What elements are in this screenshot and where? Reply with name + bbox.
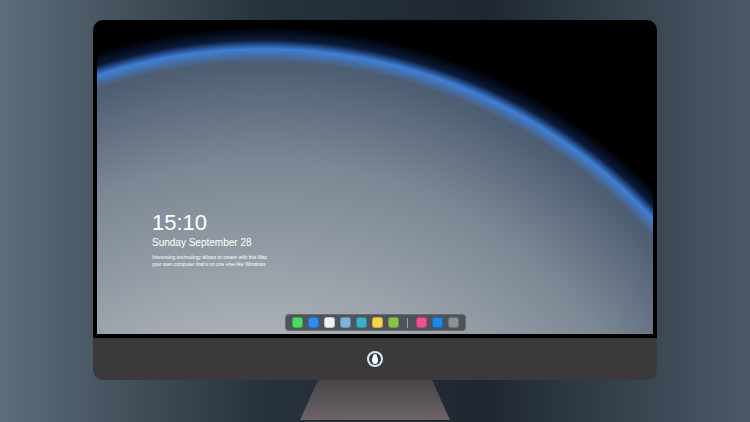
lock-message: Interesting technology allows to create …	[152, 254, 267, 268]
lock-info: 15:10Sunday September 28 Interesting tech…	[152, 210, 267, 268]
dock-app-icon[interactable]	[340, 317, 351, 328]
clock-date: Sunday September 28	[152, 236, 267, 250]
dock-app-icon[interactable]	[448, 317, 459, 328]
dock-app-icon[interactable]	[432, 317, 443, 328]
dock-app-icon[interactable]	[372, 317, 383, 328]
dock-separator	[407, 318, 408, 328]
monitor-chin	[93, 338, 657, 380]
dock-app-icon[interactable]	[308, 317, 319, 328]
lock-message-line: your own computer that's no one else lik…	[152, 261, 267, 268]
monitor-bezel: 15:10Sunday September 28 Interesting tech…	[93, 20, 657, 338]
dock	[97, 314, 653, 331]
page: 15:10Sunday September 28 Interesting tech…	[0, 0, 750, 422]
clock-time: 15:10	[152, 210, 267, 236]
monitor-stand	[300, 380, 450, 420]
dock-app-icon[interactable]	[324, 317, 335, 328]
lock-message-line: Interesting technology allows to create …	[152, 254, 267, 261]
dock-app-icon[interactable]	[388, 317, 399, 328]
dock-app-icon[interactable]	[292, 317, 303, 328]
dock-app-icon[interactable]	[416, 317, 427, 328]
dock-app-icon[interactable]	[356, 317, 367, 328]
monitor: 15:10Sunday September 28 Interesting tech…	[93, 20, 657, 420]
logo-icon	[366, 350, 384, 368]
lock-screen: 15:10Sunday September 28 Interesting tech…	[97, 24, 653, 334]
